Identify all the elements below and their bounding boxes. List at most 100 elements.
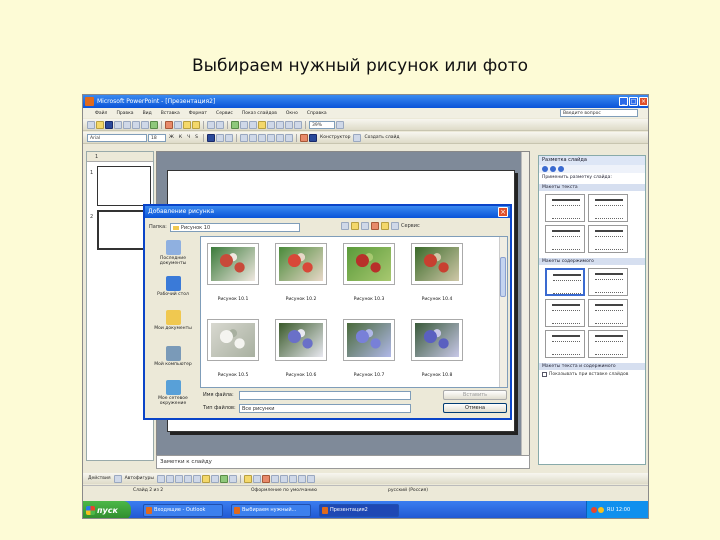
place-desktop[interactable]: Рабочий стол [148, 276, 198, 297]
layout-title-only[interactable] [588, 194, 628, 222]
file-type-select[interactable]: Все рисунки [239, 404, 411, 413]
layout-content-mix[interactable] [588, 330, 628, 358]
place-network[interactable]: Мое сетевое окружение [148, 380, 198, 406]
minimize-button[interactable]: _ [619, 97, 628, 106]
start-button[interactable]: пуск [83, 501, 131, 518]
back-icon[interactable] [542, 166, 548, 172]
grid-icon[interactable] [285, 120, 293, 129]
views-icon[interactable] [391, 222, 399, 230]
email-icon[interactable] [123, 120, 131, 129]
increase-font-icon[interactable] [258, 133, 267, 142]
photo-thumbnail[interactable] [207, 319, 259, 361]
show-on-insert-checkbox[interactable] [542, 372, 547, 377]
file-name-input[interactable] [239, 391, 411, 400]
layout-title-slide[interactable] [545, 194, 585, 222]
menu-file[interactable]: Файл [95, 111, 107, 116]
photo-thumbnail[interactable] [275, 319, 327, 361]
layout-blank[interactable] [545, 268, 585, 296]
zoom-select[interactable]: 39% [309, 120, 335, 129]
font-color-draw-icon[interactable] [261, 474, 270, 483]
photo-thumbnail[interactable] [411, 243, 463, 285]
photo-thumbnail[interactable] [343, 243, 395, 285]
preview-icon[interactable] [141, 120, 149, 129]
wordart-draw-icon[interactable] [201, 474, 210, 483]
folder-select[interactable]: Рисунок 10 [169, 222, 300, 232]
cancel-button[interactable]: Отмена [443, 403, 507, 413]
indent-icon[interactable] [276, 133, 285, 142]
line-color-icon[interactable] [252, 474, 261, 483]
spelling-icon[interactable] [150, 120, 158, 129]
network-icon[interactable] [598, 507, 604, 513]
diagram-icon[interactable] [210, 474, 219, 483]
close-button[interactable]: × [639, 97, 648, 106]
menu-view[interactable]: Вид [143, 111, 152, 116]
select-icon[interactable] [113, 474, 122, 483]
menu-edit[interactable]: Правка [116, 111, 133, 116]
layout-two-column[interactable] [588, 225, 628, 253]
autoshapes-menu[interactable]: Автофигуры [123, 476, 156, 481]
expand-icon[interactable] [267, 120, 275, 129]
bold-button[interactable]: Ж [167, 135, 176, 140]
actions-menu[interactable]: Действия [86, 476, 113, 481]
open-icon[interactable] [96, 120, 104, 129]
service-menu[interactable]: Сервис [401, 223, 420, 229]
search-web-icon[interactable] [361, 222, 369, 230]
layout-title-content[interactable] [545, 299, 585, 327]
font-name-select[interactable]: Arial [87, 133, 147, 142]
slide-thumbnail-1[interactable] [97, 166, 151, 206]
photo-thumbnail[interactable] [343, 319, 395, 361]
forward-icon[interactable] [550, 166, 556, 172]
photo-thumbnail[interactable] [207, 243, 259, 285]
align-right-icon[interactable] [225, 133, 234, 142]
print-icon[interactable] [132, 120, 140, 129]
layout-four-content[interactable] [545, 330, 585, 358]
align-center-icon[interactable] [216, 133, 225, 142]
dialog-close-button[interactable]: × [498, 207, 508, 217]
align-left-icon[interactable] [207, 133, 216, 142]
menu-slideshow[interactable]: Показ слайдов [242, 111, 277, 116]
oval-icon[interactable] [183, 474, 192, 483]
rectangle-icon[interactable] [174, 474, 183, 483]
home-icon[interactable] [558, 166, 564, 172]
new-icon[interactable] [87, 120, 95, 129]
cut-icon[interactable] [165, 120, 173, 129]
slides-tab[interactable]: 1 [87, 152, 153, 162]
outdent-icon[interactable] [285, 133, 294, 142]
tables-borders-icon[interactable] [249, 120, 257, 129]
designer-button[interactable]: Конструктор [318, 135, 352, 140]
delete-icon[interactable] [371, 222, 379, 230]
arrow-icon[interactable] [165, 474, 174, 483]
taskbar-item-outlook[interactable]: Входящие - Outlook [143, 504, 223, 517]
font-color-icon[interactable] [300, 133, 309, 142]
shadow-icon[interactable] [297, 474, 306, 483]
notes-pane[interactable]: Заметки к слайду [156, 455, 530, 469]
permission-icon[interactable] [114, 120, 122, 129]
vertical-scrollbar[interactable] [521, 152, 529, 460]
bullets-icon[interactable] [249, 133, 258, 142]
menu-format[interactable]: Формат [189, 111, 207, 116]
up-folder-icon[interactable] [351, 222, 359, 230]
chart-icon[interactable] [231, 120, 239, 129]
photo-thumbnail[interactable] [275, 243, 327, 285]
menu-help[interactable]: Справка [307, 111, 327, 116]
wordart-icon[interactable] [258, 120, 266, 129]
taskbar-item-powerpoint[interactable]: Презентация2 [319, 504, 399, 517]
help-icon[interactable] [336, 120, 344, 129]
file-list-scrollbar[interactable] [499, 237, 507, 387]
underline-button[interactable]: Ч [185, 135, 192, 140]
table-icon[interactable] [240, 120, 248, 129]
place-recent[interactable]: Последние документы [148, 240, 198, 266]
copy-icon[interactable] [174, 120, 182, 129]
picture-icon[interactable] [228, 474, 237, 483]
show-formatting-icon[interactable] [276, 120, 284, 129]
layout-title-text[interactable] [545, 225, 585, 253]
color-grayscale-icon[interactable] [294, 120, 302, 129]
italic-button[interactable]: К [177, 135, 184, 140]
new-slide-icon[interactable] [353, 133, 362, 142]
textbox-icon[interactable] [192, 474, 201, 483]
menu-tools[interactable]: Сервис [216, 111, 233, 116]
paste-icon[interactable] [183, 120, 191, 129]
format-painter-icon[interactable] [192, 120, 200, 129]
font-size-select[interactable]: 18 [148, 133, 166, 142]
save-icon[interactable] [105, 120, 113, 129]
